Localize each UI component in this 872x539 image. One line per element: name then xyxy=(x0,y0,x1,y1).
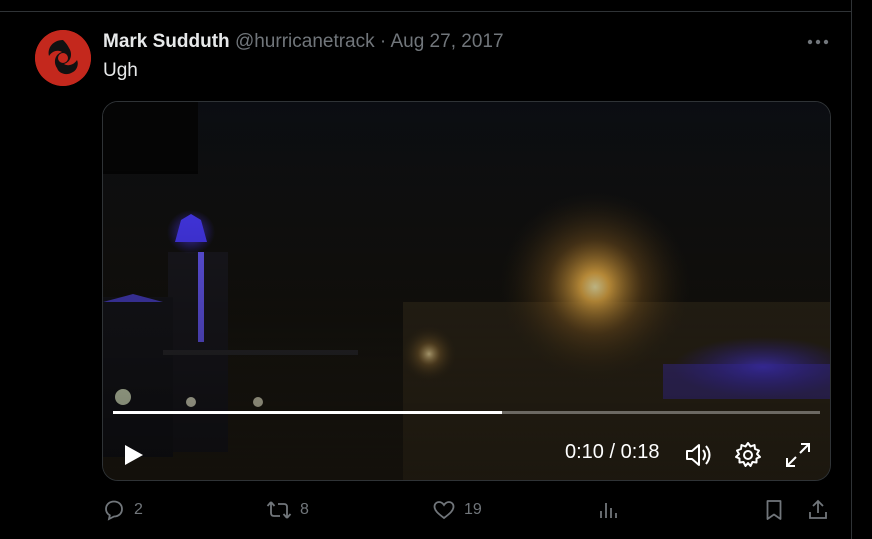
bookmark-icon xyxy=(766,500,782,520)
tweet-header: Mark Sudduth @hurricanetrack · Aug 27, 2… xyxy=(103,31,504,53)
video-frame xyxy=(103,102,830,480)
divider xyxy=(0,11,852,12)
progress-bar[interactable] xyxy=(113,411,820,414)
repost-icon xyxy=(266,501,292,519)
avatar[interactable] xyxy=(35,30,91,86)
video-player[interactable]: 0:10 / 0:18 xyxy=(102,101,831,481)
like-count: 19 xyxy=(464,501,482,518)
hurricane-logo-icon xyxy=(35,30,91,86)
time-separator: / xyxy=(603,441,621,463)
tweet-text: Ugh xyxy=(103,60,138,81)
time-display: 0:10 / 0:18 xyxy=(565,441,660,464)
reply-icon xyxy=(105,500,123,521)
like-icon xyxy=(433,501,455,520)
share-button[interactable] xyxy=(806,495,838,525)
views-icon xyxy=(600,503,617,518)
repost-count: 8 xyxy=(300,501,309,518)
current-time: 0:10 xyxy=(565,441,604,463)
share-icon xyxy=(809,499,827,519)
progress-fill xyxy=(113,411,502,414)
duration: 0:18 xyxy=(620,441,660,463)
author-handle[interactable]: @hurricanetrack xyxy=(235,31,375,52)
repost-button[interactable]: 8 xyxy=(266,495,309,525)
views-button[interactable] xyxy=(597,495,629,525)
reply-count: 2 xyxy=(134,501,143,518)
settings-icon[interactable] xyxy=(733,440,763,470)
fullscreen-icon[interactable] xyxy=(783,440,813,470)
play-icon[interactable] xyxy=(121,442,147,468)
tweet-date[interactable]: Aug 27, 2017 xyxy=(390,31,503,52)
tweet-frame: Mark Sudduth @hurricanetrack · Aug 27, 2… xyxy=(0,0,852,539)
author-name[interactable]: Mark Sudduth xyxy=(103,31,230,52)
tweet-actions: 2 8 19 xyxy=(0,495,852,527)
bookmark-button[interactable] xyxy=(762,495,794,525)
separator-dot: · xyxy=(379,31,387,52)
more-icon[interactable] xyxy=(805,32,831,52)
volume-icon[interactable] xyxy=(683,440,713,470)
like-button[interactable]: 19 xyxy=(432,495,482,525)
reply-button[interactable]: 2 xyxy=(102,495,143,525)
